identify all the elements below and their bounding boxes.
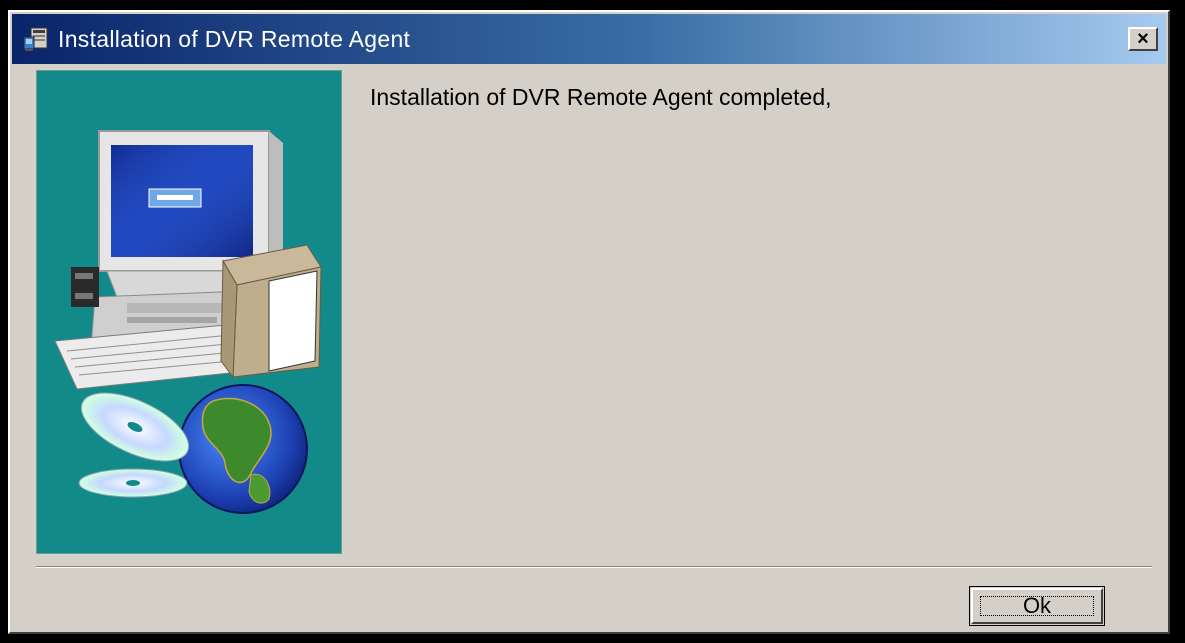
installer-dialog: Installation of DVR Remote Agent × Insta…: [8, 10, 1170, 634]
installer-icon: [22, 25, 50, 53]
screen-background: Installation of DVR Remote Agent × Insta…: [0, 0, 1185, 643]
completion-message: Installation of DVR Remote Agent complet…: [370, 84, 832, 110]
globe-icon: [178, 384, 308, 514]
title-bar[interactable]: Installation of DVR Remote Agent ×: [12, 14, 1166, 64]
ok-button-label: Ok: [1022, 593, 1052, 618]
installer-side-image: [36, 70, 342, 554]
ok-button[interactable]: Ok: [969, 586, 1105, 626]
ok-button-face: Ok: [971, 588, 1103, 624]
close-icon: ×: [1137, 28, 1149, 50]
cd-icon: [78, 392, 190, 498]
close-button[interactable]: ×: [1128, 27, 1158, 51]
divider: [36, 566, 1152, 568]
box-icon: [220, 244, 322, 379]
window-title: Installation of DVR Remote Agent: [58, 25, 411, 52]
